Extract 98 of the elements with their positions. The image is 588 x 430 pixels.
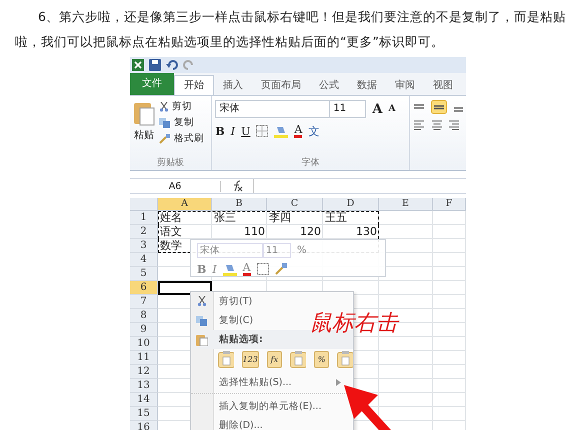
paste-option-button[interactable]: 123 bbox=[242, 351, 259, 368]
shrink-font-button[interactable]: A bbox=[388, 104, 396, 114]
table-cell-text: 语文 bbox=[159, 225, 183, 239]
italic-button[interactable]: I bbox=[230, 124, 236, 138]
undo-icon[interactable] bbox=[166, 59, 178, 71]
menu-item[interactable]: 复制(C) bbox=[213, 314, 254, 327]
row-header[interactable]: 13 bbox=[130, 379, 158, 393]
ribbon-tab[interactable]: 公式 bbox=[310, 76, 348, 95]
menu-item[interactable]: 删除(D)... bbox=[213, 419, 263, 430]
table-cell-text: 姓名 bbox=[159, 211, 183, 225]
font-color-button[interactable]: A bbox=[294, 124, 302, 138]
table-cell-text: 王五 bbox=[324, 211, 348, 225]
align-right-icon[interactable] bbox=[449, 120, 459, 130]
table-cell-text: 李四 bbox=[268, 211, 292, 225]
article-paragraph: 6、第六步啦，还是像第三步一样点击鼠标右键吧！但是我们要注意的不是复制了，而是粘贴啦，我们可以把鼠标点在粘贴选项里的选择性粘贴后面的“更多”标识即可。 bbox=[14, 8, 567, 51]
border-icon[interactable] bbox=[256, 125, 268, 137]
cut-button[interactable]: 剪切 bbox=[159, 100, 204, 113]
redo-icon[interactable] bbox=[183, 59, 195, 71]
row-header[interactable]: 3 bbox=[130, 239, 158, 253]
name-box[interactable]: A6 bbox=[130, 180, 221, 192]
row-header[interactable]: 15 bbox=[130, 407, 158, 421]
percent-button[interactable]: % bbox=[297, 245, 307, 256]
clipboard-icon bbox=[133, 100, 155, 126]
fill-color-icon[interactable] bbox=[274, 124, 288, 138]
group-label: 剪贴板 bbox=[156, 157, 186, 170]
save-icon[interactable] bbox=[149, 59, 161, 71]
border-icon[interactable] bbox=[256, 263, 269, 275]
table-cell-text: 110 bbox=[243, 225, 266, 239]
row-header[interactable]: 5 bbox=[130, 267, 158, 281]
ribbon-tab[interactable]: 页面布局 bbox=[252, 76, 310, 95]
ribbon-tab[interactable]: 文件 bbox=[130, 73, 174, 95]
table-cell-text: 130 bbox=[355, 225, 378, 239]
format-painter-button[interactable]: 格式刷 bbox=[159, 132, 204, 145]
brush-icon[interactable] bbox=[274, 263, 287, 275]
copy-button[interactable]: 复制 bbox=[159, 116, 204, 129]
row-header[interactable]: 4 bbox=[130, 253, 158, 267]
font-color-button[interactable]: A bbox=[242, 262, 251, 276]
row-header[interactable]: 1 bbox=[130, 211, 158, 225]
ribbon-tab[interactable]: 插入 bbox=[214, 76, 252, 95]
grow-font-button[interactable]: A bbox=[372, 102, 383, 116]
font-size-field[interactable]: 11 bbox=[329, 100, 366, 118]
brush-icon bbox=[159, 134, 171, 144]
paste-button[interactable]: 粘贴 bbox=[133, 100, 155, 157]
fill-color-icon[interactable] bbox=[222, 262, 237, 276]
table-cell-text: 120 bbox=[299, 225, 322, 239]
scissors-icon bbox=[197, 296, 207, 307]
ribbon-tab[interactable]: 数据 bbox=[348, 76, 386, 95]
row-header[interactable]: 9 bbox=[130, 323, 158, 337]
column-header[interactable]: C bbox=[267, 198, 323, 211]
bold-button[interactable]: B bbox=[197, 262, 206, 276]
paste-option-button[interactable]: fx bbox=[266, 351, 282, 368]
align-center-icon[interactable] bbox=[431, 120, 443, 130]
row-header[interactable]: 12 bbox=[130, 365, 158, 379]
paste-option-button[interactable]: % bbox=[314, 351, 330, 368]
scissors-icon bbox=[159, 102, 169, 112]
font-name-field[interactable]: 宋体 bbox=[197, 243, 263, 258]
menu-item[interactable]: 插入复制的单元格(E)... bbox=[213, 400, 322, 413]
copy-icon bbox=[196, 316, 208, 326]
clipboard-icon bbox=[196, 334, 208, 346]
bold-button[interactable]: B bbox=[215, 124, 225, 138]
column-header[interactable]: E bbox=[379, 198, 433, 211]
ribbon-tab[interactable]: 审阅 bbox=[386, 76, 424, 95]
paste-option-icon[interactable] bbox=[337, 351, 353, 368]
paste-option-icon[interactable] bbox=[218, 351, 234, 368]
copy-icon bbox=[159, 118, 171, 128]
align-top-icon[interactable] bbox=[413, 102, 425, 112]
menu-section-title: 粘贴选项: bbox=[218, 333, 263, 346]
table-cell-text: 数学 bbox=[159, 239, 183, 253]
italic-button[interactable]: I bbox=[212, 262, 217, 276]
align-left-icon[interactable] bbox=[413, 120, 425, 130]
handwritten-annotation: 鼠标右击 bbox=[310, 310, 398, 338]
column-header[interactable]: B bbox=[212, 198, 267, 211]
group-label: 字体 bbox=[300, 157, 321, 170]
row-header[interactable]: 14 bbox=[130, 393, 158, 407]
column-header[interactable]: F bbox=[433, 198, 466, 211]
row-header[interactable]: 16 bbox=[130, 421, 158, 430]
excel-logo-icon bbox=[132, 59, 144, 71]
align-middle-icon[interactable] bbox=[431, 100, 447, 114]
row-header[interactable]: 2 bbox=[130, 225, 158, 239]
table-cell-text: 张三 bbox=[213, 211, 237, 225]
column-header[interactable]: D bbox=[323, 198, 379, 211]
row-header[interactable]: 6 bbox=[130, 281, 158, 295]
menu-item[interactable]: 剪切(T) bbox=[213, 295, 252, 308]
phonetic-button[interactable]: 文 bbox=[308, 124, 320, 138]
underline-button[interactable]: U bbox=[241, 124, 250, 138]
font-name-field[interactable]: 宋体 bbox=[215, 100, 330, 118]
fx-icon[interactable] bbox=[231, 180, 243, 192]
row-header[interactable]: 11 bbox=[130, 351, 158, 365]
paste-option-icon[interactable] bbox=[290, 351, 306, 368]
row-header[interactable]: 8 bbox=[130, 309, 158, 323]
font-size-field[interactable]: 11 bbox=[263, 243, 291, 258]
column-header[interactable]: A bbox=[158, 198, 212, 211]
row-header[interactable]: 10 bbox=[130, 337, 158, 351]
menu-item[interactable]: 选择性粘贴(S)... bbox=[213, 376, 292, 388]
ribbon-tab[interactable]: 视图 bbox=[424, 76, 462, 95]
row-header[interactable]: 7 bbox=[130, 295, 158, 309]
ribbon-tab[interactable]: 开始 bbox=[174, 75, 214, 95]
submenu-arrow-icon[interactable] bbox=[336, 378, 341, 386]
